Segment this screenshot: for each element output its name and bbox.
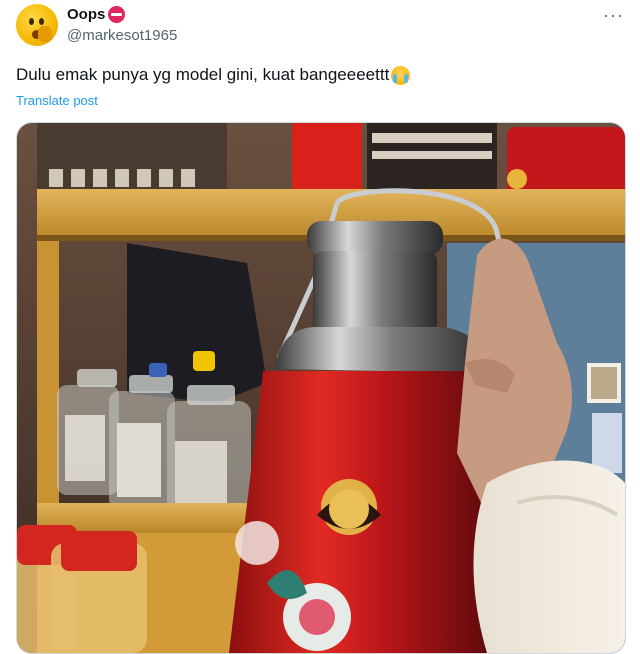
translate-post-link[interactable]: Translate post xyxy=(16,93,98,108)
photo-illustration xyxy=(17,123,625,653)
no-entry-icon xyxy=(108,6,126,23)
avatar-eye-right xyxy=(39,18,44,25)
avatar-eye-left xyxy=(29,18,34,25)
post-text-row: Dulu emak punya yg model gini, kuat bang… xyxy=(16,64,411,86)
loudly-crying-face-icon xyxy=(391,65,411,85)
author-handle[interactable]: @markesot1965 xyxy=(67,27,177,44)
author-avatar[interactable] xyxy=(16,4,58,46)
post-text: Dulu emak punya yg model gini, kuat bang… xyxy=(16,65,390,84)
avatar-hand xyxy=(38,26,52,42)
post-media-photo[interactable] xyxy=(16,122,626,654)
author-display-name[interactable]: Oops xyxy=(67,6,105,23)
more-options-icon[interactable]: ··· xyxy=(603,6,624,24)
author-name-row[interactable]: Oops xyxy=(67,6,126,23)
